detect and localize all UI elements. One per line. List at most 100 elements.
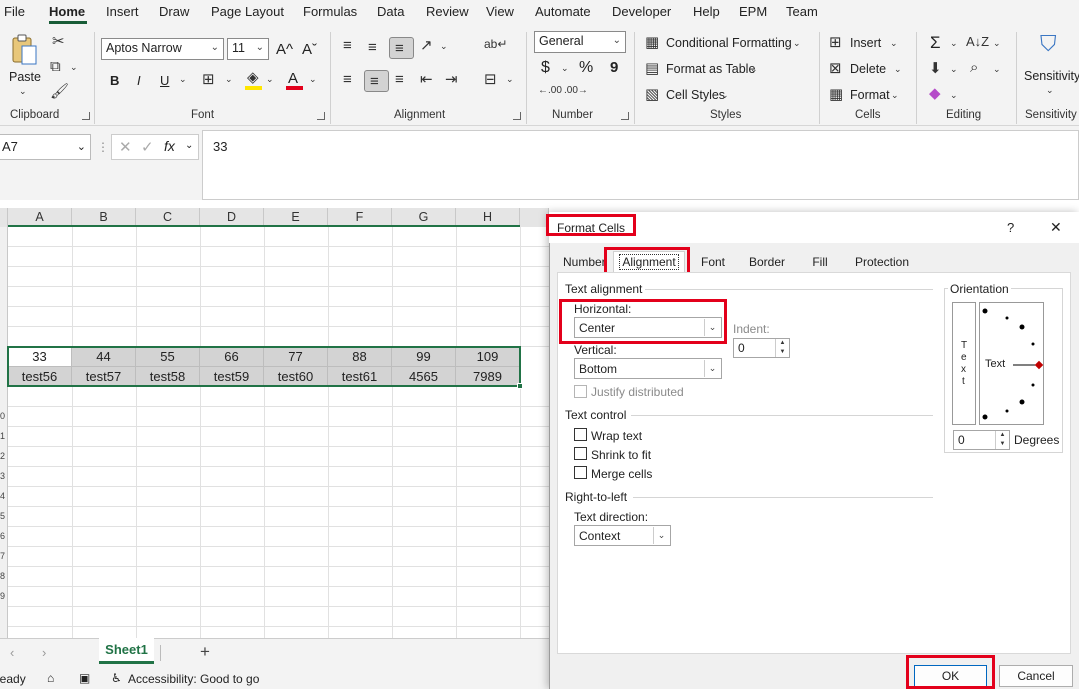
chevron-down-icon[interactable]: ⌄ [950,91,958,100]
degrees-spinner[interactable]: 0 ▲ ▼ [953,430,1010,450]
chevron-down-icon[interactable]: ⌄ [750,65,758,74]
chevron-down-icon[interactable]: ⌄ [506,75,514,84]
cell-styles-icon[interactable]: ▧ [645,87,659,102]
borders-icon[interactable]: ⊞ [202,72,215,87]
menu-help[interactable]: Help [693,4,720,19]
font-size-combo[interactable]: 11 ⌄ [227,38,269,60]
row-number[interactable]: 8 [0,571,5,581]
chevron-down-icon[interactable]: ⌄ [894,65,902,74]
align-center-button[interactable]: ≡ [364,70,389,92]
sort-filter-icon[interactable]: A↓Z [966,35,989,48]
column-header[interactable] [520,208,549,227]
fill-color-icon[interactable]: ◈ [247,70,259,85]
chevron-down-icon[interactable]: ⌄ [266,75,274,84]
row-number[interactable]: 1 [0,431,5,441]
align-right-icon[interactable]: ≡ [395,72,404,87]
chevron-down-icon[interactable]: ⌄ [793,39,801,48]
chevron-down-icon[interactable]: ⌄ [77,140,86,153]
format-cells-button[interactable]: Format [850,88,890,102]
chevron-down-icon[interactable]: ⌄ [993,39,1001,48]
row-number[interactable]: 4 [0,491,5,501]
tab-border[interactable]: Border [741,252,793,272]
align-bottom-button[interactable]: ≡ [389,37,414,59]
comma-style-button[interactable]: 9 [610,59,618,76]
cancel-button[interactable]: Cancel [999,665,1073,687]
tab-protection[interactable]: Protection [847,252,917,272]
insert-function-button[interactable]: fx [164,138,175,154]
formula-input[interactable]: 33 [202,130,1079,200]
menu-epm[interactable]: EPM [739,4,767,19]
menu-data[interactable]: Data [377,4,404,19]
chevron-left-icon[interactable]: ‹ [10,645,14,660]
spinner-arrows-icon[interactable]: ▲ ▼ [775,339,789,357]
tab-number[interactable]: Number [563,252,605,272]
chevron-down-icon[interactable]: ⌄ [179,75,187,84]
menu-formulas[interactable]: Formulas [303,4,357,19]
chevron-down-icon[interactable]: ⌄ [891,91,899,100]
select-all-corner[interactable] [0,208,8,227]
tab-alignment[interactable]: Alignment [613,251,685,273]
menu-team[interactable]: Team [786,4,818,19]
chevron-right-icon[interactable]: › [42,645,46,660]
accessibility-status[interactable]: Accessibility: Good to go [128,672,259,686]
chevron-down-icon[interactable]: ⌄ [309,75,317,84]
currency-button[interactable]: $ [541,59,550,77]
sensitivity-icon[interactable]: ⛉ [1040,33,1057,55]
workbook-statistics-icon[interactable]: ⌂ [47,671,54,685]
increase-decimal-icon[interactable]: ←.00 [538,86,562,96]
text-direction-dropdown[interactable]: Context ⌄ [574,525,671,546]
underline-button[interactable]: U [160,73,169,88]
format-cells-icon[interactable]: ▦ [829,87,843,102]
clear-icon[interactable]: ◆ [929,86,941,101]
menu-insert[interactable]: Insert [106,4,139,19]
insert-cells-button[interactable]: Insert [850,36,881,50]
italic-button[interactable]: I [137,73,141,88]
row-number[interactable]: 7 [0,551,5,561]
fill-handle[interactable] [517,383,523,389]
menu-home[interactable]: Home [49,4,85,19]
spinner-arrows-icon[interactable]: ▲ ▼ [995,431,1009,449]
paste-button[interactable] [10,34,38,65]
chevron-down-icon[interactable]: ⌄ [561,64,569,73]
orientation-dial[interactable]: Text [979,302,1044,425]
merge-cells-checkbox[interactable] [574,466,587,479]
fill-icon[interactable]: ⬇ [929,61,942,76]
shrink-to-fit-checkbox[interactable] [574,447,587,460]
format-as-table-button[interactable]: Format as Table [666,62,755,76]
delete-cells-button[interactable]: Delete [850,62,886,76]
sheet-tab-sheet1[interactable]: Sheet1 [99,638,154,664]
increase-indent-icon[interactable]: ⇥ [445,72,458,87]
chevron-down-icon[interactable]: ⌄ [890,39,898,48]
cut-icon[interactable]: ✂ [52,34,65,49]
tab-fill[interactable]: Fill [798,252,842,272]
grow-font-button[interactable]: A^ [276,41,293,58]
wrap-text-icon[interactable]: ab↵ [484,38,507,50]
more-options-icon[interactable]: ⋮ [97,140,109,154]
wrap-text-checkbox[interactable] [574,428,587,441]
chevron-down-icon[interactable]: ⌄ [225,75,233,84]
close-button[interactable]: ✕ [1050,219,1062,236]
chevron-down-icon[interactable]: ⌄ [70,63,78,72]
copy-icon[interactable]: ⧉ [50,59,61,74]
chevron-down-icon[interactable]: ⌄ [440,42,448,51]
format-painter-icon[interactable]: 🖌 [50,84,69,99]
align-left-icon[interactable]: ≡ [343,72,352,87]
row-number[interactable]: 5 [0,511,5,521]
launcher-icon[interactable] [317,112,325,120]
chevron-down-icon[interactable]: ⌄ [19,87,27,96]
ok-button[interactable]: OK [914,665,987,687]
launcher-icon[interactable] [513,112,521,120]
menu-page-layout[interactable]: Page Layout [211,4,284,19]
sensitivity-button[interactable]: Sensitivity [1024,69,1079,83]
align-top-icon[interactable]: ≡ [343,38,352,53]
chevron-down-icon[interactable]: ⌄ [721,91,729,100]
decrease-indent-icon[interactable]: ⇤ [420,72,433,87]
align-middle-icon[interactable]: ≡ [368,40,377,55]
menu-review[interactable]: Review [426,4,469,19]
horizontal-dropdown[interactable]: Center ⌄ [574,317,722,338]
format-as-table-icon[interactable]: ▤ [645,61,659,76]
menu-file[interactable]: File [4,4,25,19]
menu-developer[interactable]: Developer [612,4,671,19]
paste-label[interactable]: Paste [9,70,41,84]
row-number[interactable]: 3 [0,471,5,481]
